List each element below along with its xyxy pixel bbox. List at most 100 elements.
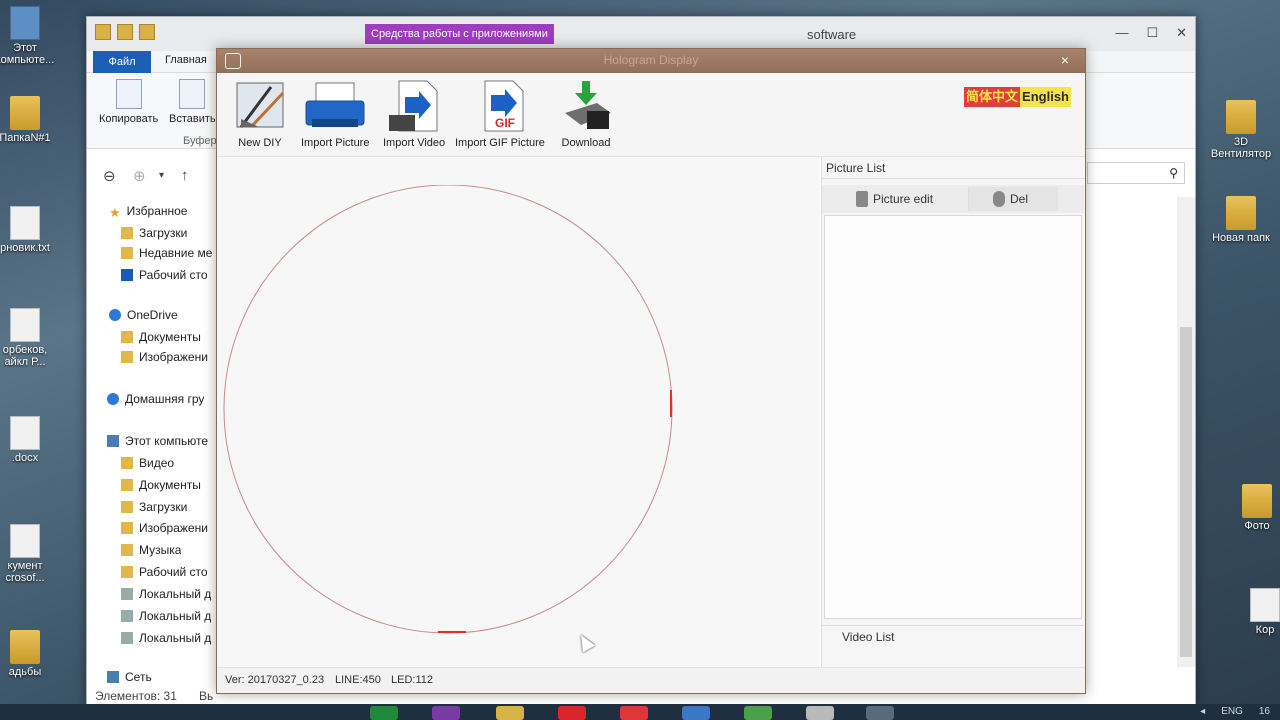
minimize-button[interactable]: —: [1115, 25, 1128, 41]
explorer-scrollbar[interactable]: [1177, 197, 1195, 667]
import-video-label: Import Video: [383, 137, 446, 149]
nav-network[interactable]: Сеть: [107, 671, 152, 683]
desktop-icon-this-pc[interactable]: Этот компьюте...: [0, 6, 60, 66]
nav-video[interactable]: Видео: [121, 453, 174, 473]
nav-label: Недавние ме: [139, 246, 213, 260]
nav-pc-documents[interactable]: Документы: [121, 475, 201, 495]
nav-label: Загрузки: [139, 500, 188, 514]
explorer-titlebar: Средства работы с приложениями software …: [87, 17, 1195, 51]
taskbar-app-hologram[interactable]: [866, 706, 894, 720]
explorer-status-extra: Вь: [199, 689, 214, 703]
display-circle: [223, 185, 673, 634]
nav-pc-desktop[interactable]: Рабочий сто: [121, 562, 208, 582]
taskbar-app-opera[interactable]: [558, 706, 586, 720]
nav-onedrive[interactable]: OneDrive: [109, 305, 178, 325]
desktop-icon-doc[interactable]: орбеков, айкл Р...: [0, 308, 60, 368]
forward-arrow-icon[interactable]: ⊕: [133, 167, 146, 185]
desktop-icon-folder[interactable]: ПапкаN#1: [0, 96, 60, 144]
save-icon[interactable]: [95, 24, 111, 40]
holo-statusbar: Ver: 20170327_0.23 LINE:450 LED:112: [217, 667, 1085, 693]
desktop-icon-3d-fan[interactable]: 3D Вентилятор: [1206, 100, 1276, 160]
nav-downloads[interactable]: Загрузки: [121, 223, 187, 243]
gif-badge: GIF: [495, 116, 515, 130]
clock[interactable]: 16: [1259, 706, 1270, 717]
language-english-button[interactable]: English: [1020, 87, 1071, 107]
drawing-canvas[interactable]: [217, 157, 819, 667]
nav-disk-3[interactable]: Локальный д: [121, 628, 211, 648]
new-folder-icon[interactable]: [139, 24, 155, 40]
desktop-icon-recycle[interactable]: Кор: [1230, 588, 1280, 636]
contextual-tab-app-tools[interactable]: Средства работы с приложениями: [365, 24, 554, 44]
desktop-icon-photo[interactable]: Фото: [1222, 484, 1280, 532]
nav-pc-downloads[interactable]: Загрузки: [121, 497, 187, 517]
nav-this-pc[interactable]: Этот компьюте: [107, 431, 208, 451]
folder-icon: [1226, 196, 1256, 230]
desktop-icon-folder-2[interactable]: адьбы: [0, 630, 60, 678]
download-button[interactable]: Download: [557, 79, 615, 149]
draw-pen-icon: [236, 82, 285, 129]
holo-close-button[interactable]: ×: [1061, 52, 1069, 68]
nav-od-documents[interactable]: Документы: [121, 327, 201, 347]
recent-dropdown-icon[interactable]: ▾: [159, 170, 164, 181]
scrollbar-thumb[interactable]: [1180, 327, 1192, 657]
picture-edit-button[interactable]: Picture edit: [856, 187, 933, 211]
nav-disk-1[interactable]: Локальный д: [121, 584, 211, 604]
language-chinese-button[interactable]: 简体中文: [964, 87, 1021, 107]
folder-icon: [1242, 484, 1272, 518]
desktop-icon-label: ПапкаN#1: [0, 132, 51, 144]
desktop-icon-label: Кор: [1255, 624, 1275, 636]
folder-icon: [121, 479, 133, 491]
nav-disk-2[interactable]: Локальный д: [121, 606, 211, 626]
network-icon: [107, 671, 119, 683]
nav-pc-images[interactable]: Изображени: [121, 518, 208, 538]
picture-edit-label: Picture edit: [873, 192, 934, 206]
tab-file[interactable]: Файл: [93, 51, 151, 73]
nav-favorites[interactable]: ★ Избранное: [109, 201, 187, 221]
up-arrow-icon[interactable]: ↑: [181, 167, 189, 184]
desktop-icon-txt[interactable]: рновик.txt: [0, 206, 60, 254]
taskbar-app-yandex[interactable]: [620, 706, 648, 720]
nav-label: Изображени: [139, 350, 208, 364]
disk-icon: [121, 610, 133, 622]
copy-icon: [115, 79, 142, 109]
close-button[interactable]: ✕: [1176, 25, 1187, 41]
display-circle-outline: [223, 185, 673, 634]
back-arrow-icon[interactable]: ⊖: [103, 167, 116, 185]
import-video-button[interactable]: Import Video: [383, 79, 445, 149]
tab-home[interactable]: Главная: [165, 54, 207, 66]
taskbar-app-files[interactable]: [806, 706, 834, 720]
taskbar-app-excel[interactable]: [370, 706, 398, 720]
folder-icon: [1226, 100, 1256, 134]
import-picture-label: Import Picture: [301, 137, 370, 149]
desktop-icon-docx[interactable]: .docx: [0, 416, 60, 464]
nav-desktop[interactable]: Рабочий сто: [121, 265, 208, 285]
properties-icon[interactable]: [117, 24, 133, 40]
volume-icon[interactable]: ◂: [1200, 706, 1205, 717]
picture-list[interactable]: [824, 215, 1082, 619]
taskbar-app-firefox[interactable]: [682, 706, 710, 720]
nav-music[interactable]: Музыка: [121, 540, 181, 560]
nav-recent[interactable]: Недавние ме: [121, 243, 212, 263]
delete-button[interactable]: Del: [968, 187, 1058, 211]
search-box[interactable]: ⚲: [1087, 162, 1185, 184]
copy-button[interactable]: Копировать: [99, 79, 158, 125]
new-diy-label: New DIY: [238, 137, 282, 149]
nav-od-images[interactable]: Изображени: [121, 347, 208, 367]
import-gif-button[interactable]: GIF Import GIF Picture: [455, 79, 545, 149]
taskbar-app-onenote[interactable]: [432, 706, 460, 720]
nav-label: Этот компьюте: [125, 434, 209, 448]
new-diy-button[interactable]: New DIY: [231, 79, 289, 149]
input-language[interactable]: ENG: [1221, 706, 1243, 717]
video-list-header: Video List: [822, 625, 1084, 647]
desktop-icon-label: 3D Вентилятор: [1210, 136, 1272, 160]
folder-icon: [121, 331, 133, 343]
taskbar-app-explorer[interactable]: [496, 706, 524, 720]
desktop-icon-new-folder[interactable]: Новая папк: [1206, 196, 1276, 244]
nav-homegroup[interactable]: Домашняя гру: [107, 389, 204, 409]
maximize-button[interactable]: ☐: [1146, 25, 1158, 41]
desktop-icon-document[interactable]: кумент crosof...: [0, 524, 60, 584]
import-picture-button[interactable]: Import Picture: [301, 79, 369, 149]
paste-button[interactable]: Вставить: [169, 79, 216, 125]
download-label: Download: [561, 137, 611, 149]
taskbar-app-chrome[interactable]: [744, 706, 772, 720]
